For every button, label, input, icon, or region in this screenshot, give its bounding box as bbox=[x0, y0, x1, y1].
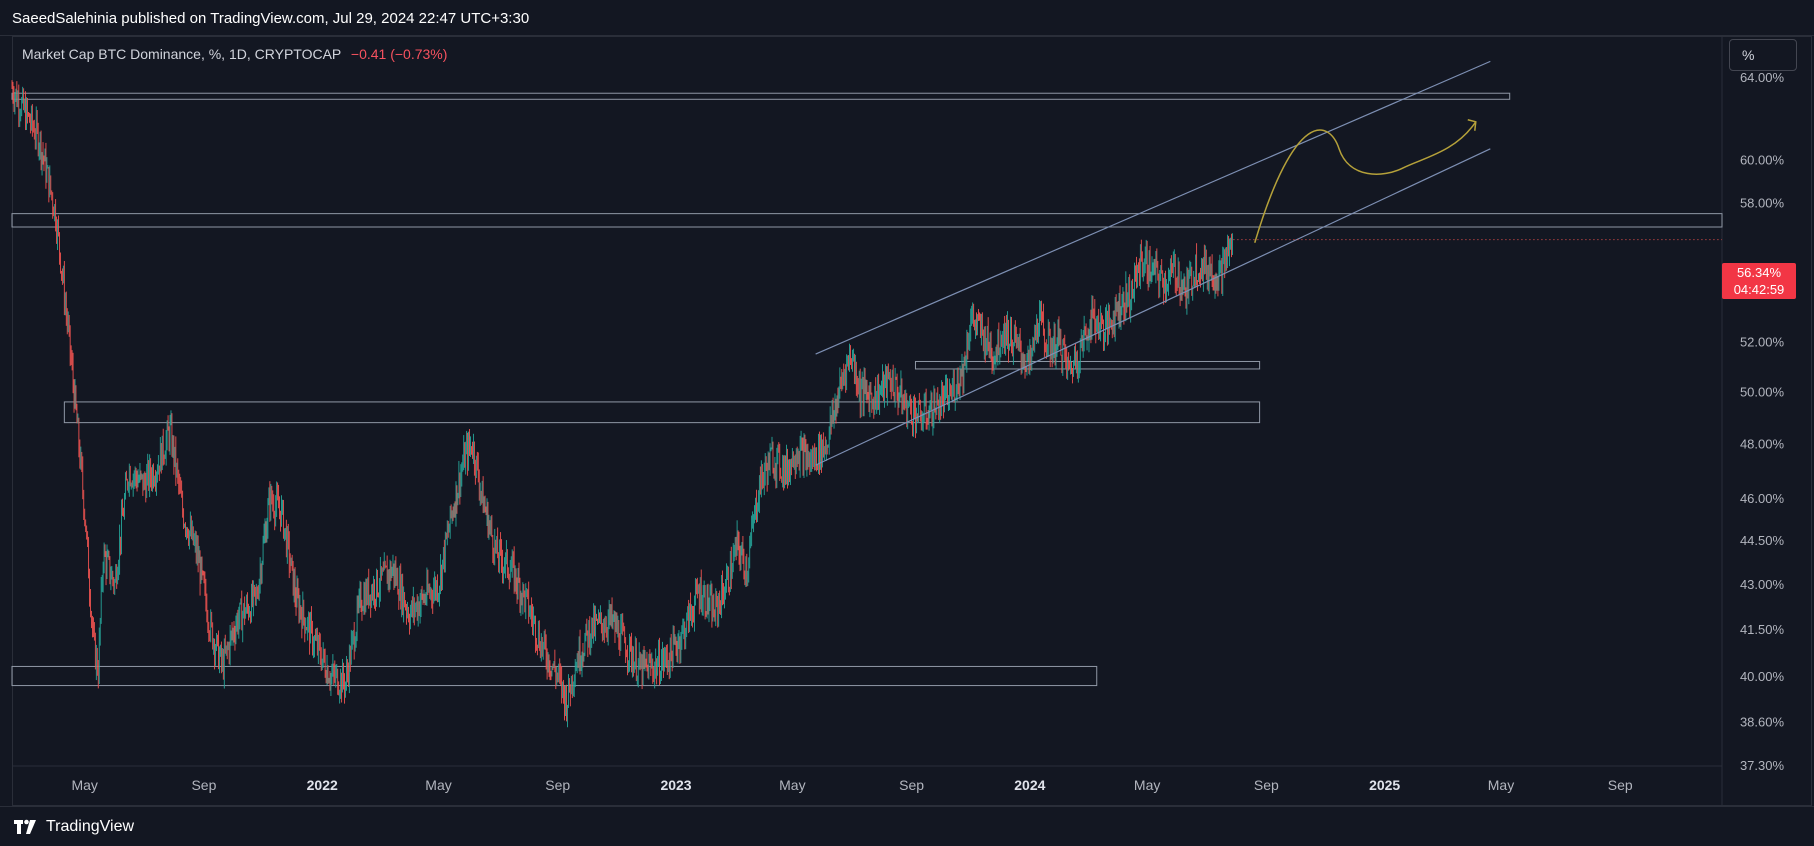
x-tick-label: May bbox=[1134, 777, 1160, 793]
projection-arrowhead bbox=[1467, 119, 1477, 131]
y-tick-label: 41.50% bbox=[1740, 622, 1785, 637]
channel-upper-line bbox=[815, 60, 1491, 355]
x-tick-label: May bbox=[71, 777, 97, 793]
zone-box bbox=[11, 213, 1723, 228]
symbol-label[interactable]: Market Cap BTC Dominance, %, 1D, CRYPTOC… bbox=[22, 46, 341, 62]
x-tick-label: May bbox=[779, 777, 805, 793]
footer-bar: TradingView bbox=[0, 806, 1814, 846]
y-tick-label: 50.00% bbox=[1740, 385, 1785, 400]
x-tick-label: May bbox=[425, 777, 451, 793]
y-tick-label: 48.00% bbox=[1740, 437, 1785, 452]
bar-countdown: 04:42:59 bbox=[1733, 282, 1785, 297]
y-tick-label: 64.00% bbox=[1740, 70, 1785, 85]
last-price-tag: 56.34% 04:42:59 bbox=[1722, 263, 1796, 299]
x-tick-label: 2023 bbox=[660, 777, 691, 793]
chart-legend: Market Cap BTC Dominance, %, 1D, CRYPTOC… bbox=[22, 46, 447, 62]
x-tick-label: 2024 bbox=[1014, 777, 1045, 793]
y-tick-label: 44.50% bbox=[1740, 533, 1785, 548]
x-tick-label: Sep bbox=[1254, 777, 1279, 793]
tradingview-logo-icon bbox=[14, 819, 40, 835]
x-tick-label: 2025 bbox=[1369, 777, 1400, 793]
y-tick-label: 58.00% bbox=[1740, 196, 1785, 211]
y-tick-label: 46.00% bbox=[1740, 491, 1785, 506]
zone-box bbox=[11, 665, 1098, 687]
projection-curve bbox=[1254, 121, 1477, 243]
footer-brand[interactable]: TradingView bbox=[46, 818, 134, 836]
y-tick-label: 52.00% bbox=[1740, 335, 1785, 350]
y-tick-label: 38.60% bbox=[1740, 714, 1785, 729]
x-tick-label: May bbox=[1488, 777, 1514, 793]
x-tick-label: Sep bbox=[545, 777, 570, 793]
y-tick-label: 43.00% bbox=[1740, 577, 1785, 592]
x-tick-label: Sep bbox=[191, 777, 216, 793]
channel-lower-line bbox=[815, 148, 1491, 466]
price-change: −0.41 (−0.73%) bbox=[350, 46, 448, 62]
x-tick-label: 2022 bbox=[307, 777, 338, 793]
last-price-value: 56.34% bbox=[1736, 265, 1782, 280]
x-tick-label: Sep bbox=[899, 777, 924, 793]
price-chart[interactable]: 64.00%60.00%58.00%54.00%52.00%50.00%48.0… bbox=[0, 0, 1814, 806]
y-tick-label: 40.00% bbox=[1740, 669, 1785, 684]
zone-box bbox=[11, 92, 1511, 100]
x-tick-label: Sep bbox=[1608, 777, 1633, 793]
y-tick-label: 60.00% bbox=[1740, 152, 1785, 167]
zone-box bbox=[63, 401, 1261, 424]
y-tick-label: 37.30% bbox=[1740, 758, 1785, 773]
